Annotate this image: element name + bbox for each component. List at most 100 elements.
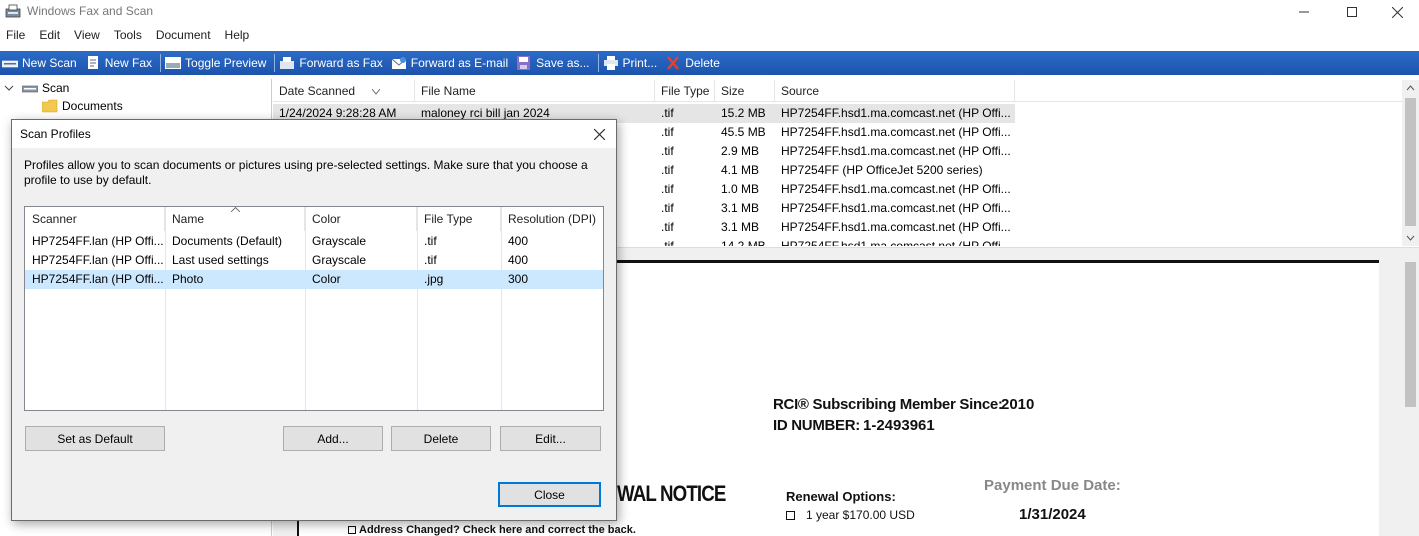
- new-fax-button[interactable]: New Fax: [83, 52, 158, 74]
- profile-row[interactable]: HP7254FF.lan (HP Offi... Last used settin…: [25, 251, 603, 270]
- cell-size: 2.9 MB: [721, 144, 760, 158]
- close-button[interactable]: [1374, 0, 1419, 24]
- toolbar-separator: [597, 54, 599, 72]
- delete-x-icon: [667, 56, 680, 70]
- column-date-scanned[interactable]: Date Scanned: [273, 80, 415, 102]
- renewal-option-1-text: 1 year $170.00 USD: [806, 508, 915, 522]
- cell-source: HP7254FF.hsd1.ma.comcast.net (HP Offi...: [781, 125, 1011, 139]
- id-number-value: 1-2493961: [863, 417, 935, 434]
- member-since-value: 2010: [1001, 396, 1035, 413]
- minimize-button[interactable]: [1281, 0, 1327, 24]
- cell-file-type: .tif: [661, 239, 674, 246]
- menu-help[interactable]: Help: [225, 28, 250, 42]
- column-source[interactable]: Source: [775, 80, 1015, 102]
- profile-row[interactable]: HP7254FF.lan (HP Offi... Documents (Defau…: [25, 232, 603, 251]
- expand-chevron-icon[interactable]: [4, 83, 14, 93]
- column-size[interactable]: Size: [715, 80, 775, 102]
- menu-bar: File Edit View Tools Document Help: [0, 24, 1419, 46]
- cell-scanner: HP7254FF.lan (HP Offi...: [32, 272, 164, 286]
- cell-color: Grayscale: [312, 253, 367, 267]
- forward-as-email-label: Forward as E-mail: [410, 56, 509, 70]
- file-list-scrollbar[interactable]: [1402, 80, 1419, 246]
- column-label: File Type: [424, 212, 473, 226]
- renewal-option-1: 1 year $170.00 USD: [786, 508, 915, 522]
- toolbar-separator: [274, 54, 276, 72]
- cell-file-type: .tif: [661, 125, 674, 139]
- toolbar-separator: [160, 54, 162, 72]
- menu-file[interactable]: File: [6, 28, 25, 42]
- cell-profile-name: Last used settings: [172, 253, 269, 267]
- menu-document[interactable]: Document: [156, 28, 211, 42]
- cell-size: 3.1 MB: [721, 220, 760, 234]
- maximize-button[interactable]: [1329, 0, 1375, 24]
- profiles-list: Scanner Name Color File Type Resolution …: [24, 206, 604, 411]
- cell-file-type: .tif: [661, 182, 674, 196]
- delete-button[interactable]: Delete: [663, 52, 726, 74]
- sort-descending-icon: [372, 88, 381, 95]
- print-button[interactable]: Print...: [601, 52, 664, 74]
- forward-as-email-button[interactable]: Forward as E-mail: [389, 52, 514, 74]
- printer-icon: [603, 56, 618, 70]
- cell-size: 1.0 MB: [721, 182, 760, 196]
- column-file-type[interactable]: File Type: [655, 80, 715, 102]
- add-profile-button[interactable]: Add...: [283, 426, 383, 451]
- new-fax-icon: [87, 56, 98, 69]
- toolbar: New Scan New Fax Toggle Preview Forward …: [0, 51, 1419, 75]
- cell-scanner: HP7254FF.lan (HP Offi...: [32, 234, 164, 248]
- cell-source: HP7254FF.hsd1.ma.comcast.net (HP Offi...: [781, 220, 1011, 234]
- scrollbar-thumb[interactable]: [1405, 98, 1416, 226]
- cell-file-type: .tif: [424, 234, 437, 248]
- close-dialog-button[interactable]: Close: [498, 482, 601, 507]
- checkbox-icon: [348, 526, 356, 534]
- column-resolution[interactable]: Resolution (DPI): [501, 207, 603, 231]
- cell-file-type: .tif: [424, 253, 437, 267]
- save-disk-icon: [517, 56, 531, 70]
- cell-source: HP7254FF.hsd1.ma.comcast.net (HP Offi...: [781, 144, 1011, 158]
- cell-file-type: .jpg: [424, 272, 444, 286]
- scroll-up-icon[interactable]: [1402, 80, 1419, 96]
- tree-item-documents[interactable]: Documents: [42, 99, 123, 113]
- fax-scan-app-icon: [5, 4, 21, 18]
- email-icon: [391, 57, 407, 69]
- dialog-title: Scan Profiles: [20, 127, 91, 141]
- cell-profile-name: Documents (Default): [172, 234, 283, 248]
- cell-file-type: .tif: [661, 163, 674, 177]
- scroll-down-icon[interactable]: [1402, 230, 1419, 246]
- cell-size: 14.2 MB: [721, 239, 766, 246]
- column-label: File Type: [661, 84, 710, 98]
- column-file-type[interactable]: File Type: [417, 207, 501, 231]
- scrollbar-thumb[interactable]: [1405, 262, 1416, 407]
- new-fax-label: New Fax: [104, 56, 153, 70]
- payment-due-value: 1/31/2024: [1019, 506, 1086, 523]
- address-changed-text: Address Changed? Check here and correct …: [359, 524, 636, 536]
- save-as-label: Save as...: [536, 56, 590, 70]
- profile-row[interactable]: HP7254FF.lan (HP Offi... Photo Color .jpg 30…: [25, 270, 603, 289]
- checkbox-icon: [786, 510, 795, 520]
- tree-item-scan[interactable]: Scan: [4, 81, 69, 95]
- menu-view[interactable]: View: [74, 28, 100, 42]
- cell-file-type: .tif: [661, 201, 674, 215]
- edit-profile-button[interactable]: Edit...: [500, 426, 601, 451]
- menu-edit[interactable]: Edit: [39, 28, 60, 42]
- toggle-preview-button[interactable]: Toggle Preview: [163, 52, 272, 74]
- column-scanner[interactable]: Scanner: [25, 207, 165, 231]
- preview-scrollbar[interactable]: [1402, 250, 1419, 536]
- column-name[interactable]: Name: [165, 207, 305, 231]
- menu-tools[interactable]: Tools: [114, 28, 142, 42]
- set-as-default-button[interactable]: Set as Default: [25, 426, 165, 451]
- column-file-name[interactable]: File Name: [415, 80, 655, 102]
- delete-profile-button[interactable]: Delete: [391, 426, 491, 451]
- save-as-button[interactable]: Save as...: [514, 52, 595, 74]
- sort-ascending-icon: [231, 207, 240, 212]
- new-scan-button[interactable]: New Scan: [0, 52, 83, 74]
- scanner-icon: [2, 60, 18, 68]
- cell-profile-name: Photo: [172, 272, 204, 286]
- dialog-description: Profiles allow you to scan documents or …: [24, 158, 588, 187]
- dialog-close-button[interactable]: [588, 124, 610, 144]
- file-list-header: Date Scanned File Name File Type Size So…: [273, 80, 1403, 102]
- minimize-icon: [1299, 11, 1309, 13]
- delete-label: Delete: [685, 56, 720, 70]
- column-color[interactable]: Color: [305, 207, 417, 231]
- cell-source: HP7254FF.hsd1.ma.comcast.net (HP Offi...: [781, 201, 1011, 215]
- forward-as-fax-button[interactable]: Forward as Fax: [277, 52, 388, 74]
